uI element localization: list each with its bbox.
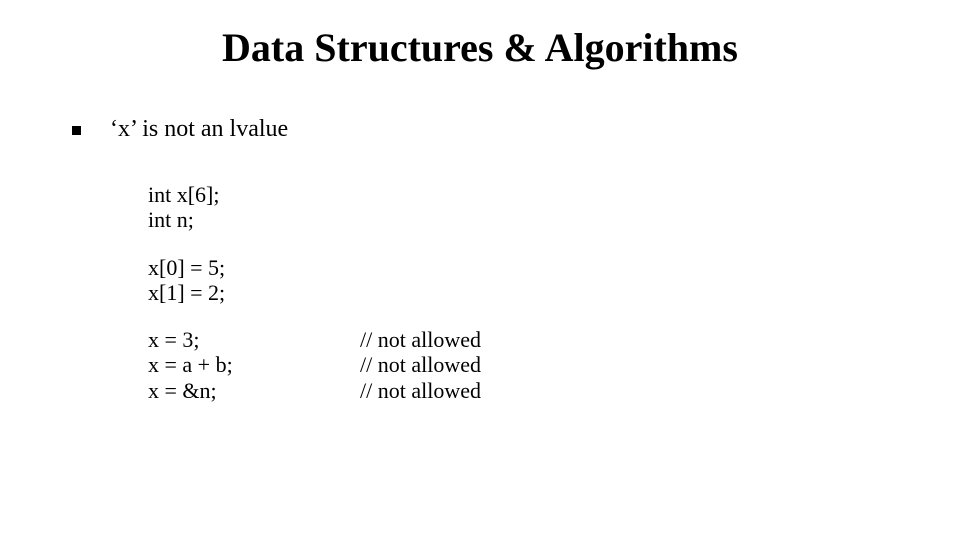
code-line: x = 3; // not allowed [148,327,481,352]
code-text: x[1] = 2; [148,280,360,305]
code-text: x = 3; [148,327,360,352]
slide-title: Data Structures & Algorithms [0,24,960,71]
code-text: int n; [148,207,360,232]
code-text: int x[6]; [148,182,360,207]
code-line: x[1] = 2; [148,280,481,305]
code-text: x = &n; [148,378,360,403]
code-group-assignments: x[0] = 5; x[1] = 2; [148,255,481,306]
code-comment: // not allowed [360,327,481,352]
code-group-not-allowed: x = 3; // not allowed x = a + b; // not … [148,327,481,403]
code-line: int x[6]; [148,182,481,207]
code-comment: // not allowed [360,352,481,377]
code-text: x = a + b; [148,352,360,377]
bullet-icon [72,126,81,135]
code-comment: // not allowed [360,378,481,403]
code-line: int n; [148,207,481,232]
code-line: x = &n; // not allowed [148,378,481,403]
bullet-text: ‘x’ is not an lvalue [110,116,288,143]
code-group-declarations: int x[6]; int n; [148,182,481,233]
code-line: x = a + b; // not allowed [148,352,481,377]
code-text: x[0] = 5; [148,255,360,280]
code-block: int x[6]; int n; x[0] = 5; x[1] = 2; x =… [148,182,481,403]
code-line: x[0] = 5; [148,255,481,280]
slide: Data Structures & Algorithms ‘x’ is not … [0,0,960,540]
